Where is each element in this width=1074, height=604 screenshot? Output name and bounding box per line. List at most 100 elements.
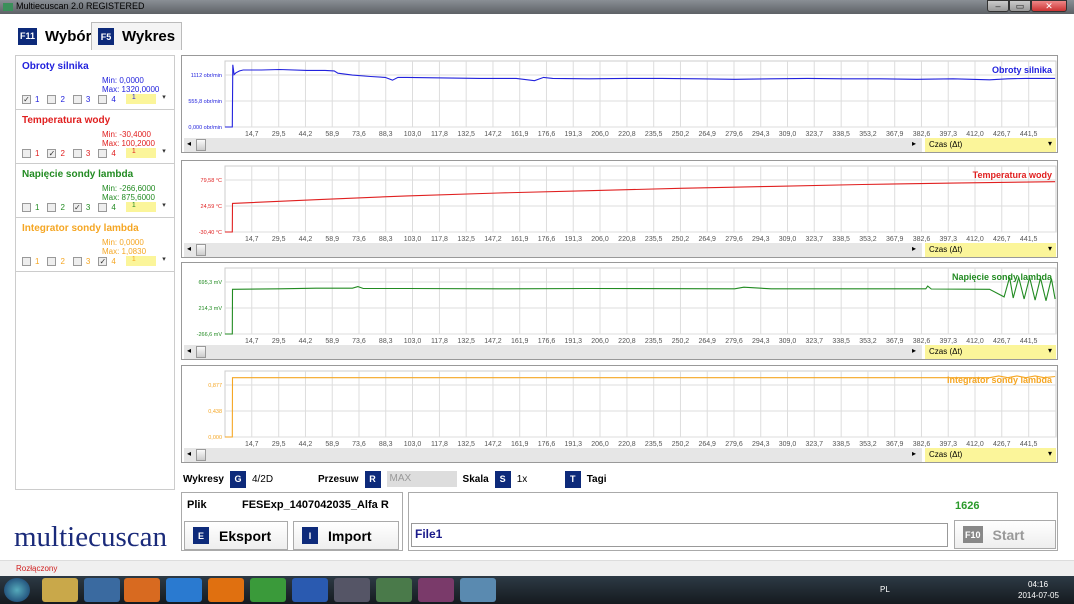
chart-checkbox[interactable] <box>47 256 57 266</box>
clock-date[interactable]: 2014-07-05 <box>1018 591 1059 600</box>
chart-checkbox[interactable] <box>22 148 31 158</box>
scroll-right-icon[interactable]: ▸ <box>912 244 916 253</box>
x-tick-label: 132,5 <box>457 338 475 345</box>
app-icon[interactable] <box>376 578 412 602</box>
scrollbar-thumb[interactable] <box>196 346 206 358</box>
chart-checkbox[interactable] <box>22 202 31 212</box>
scroll-left-icon[interactable]: ◂ <box>187 346 191 355</box>
chart-checkbox[interactable]: ✓ <box>47 148 57 158</box>
x-axis-select[interactable]: Czas (Δt) ▾ <box>925 448 1056 462</box>
parameter-name: Integrator sondy lambda <box>22 223 139 234</box>
x-tick-label: 58,9 <box>325 338 339 345</box>
chart-checkbox[interactable] <box>72 94 82 104</box>
wykresy-select[interactable]: 4/2D <box>252 474 312 485</box>
checkbox-label: 1 <box>35 202 40 212</box>
ie-icon[interactable] <box>166 578 202 602</box>
chart-checkbox[interactable] <box>98 94 108 104</box>
time-scrollbar[interactable]: ◂ ▸ <box>184 345 922 359</box>
x-tick-label: 176,6 <box>538 131 556 138</box>
chart-checkbox[interactable]: ✓ <box>22 94 31 104</box>
firefox-icon[interactable] <box>208 578 244 602</box>
checkbox-label: 2 <box>60 202 65 212</box>
x-tick-label: 44,2 <box>299 236 313 243</box>
x-tick-label: 250,2 <box>672 441 690 448</box>
x-tick-label: 191,3 <box>564 236 582 243</box>
export-button[interactable]: E Eksport <box>184 521 288 550</box>
import-button[interactable]: I Import <box>293 521 399 550</box>
scale-select[interactable]: 1 <box>125 201 166 212</box>
parameter-min: Min: -266,6000 <box>102 184 156 193</box>
paint-icon[interactable] <box>460 578 496 602</box>
close-button[interactable]: ✕ <box>1031 0 1067 12</box>
x-axis-select[interactable]: Czas (Δt) ▾ <box>925 243 1056 257</box>
tab-wybor[interactable]: F11 Wybór <box>12 22 97 50</box>
scroll-left-icon[interactable]: ◂ <box>187 449 191 458</box>
chart-checkbox[interactable] <box>98 148 108 158</box>
chart-checkbox[interactable]: ✓ <box>72 202 82 212</box>
chrome-icon[interactable] <box>250 578 286 602</box>
y-tick-label: 555,8 obr/min <box>188 99 222 105</box>
clock-time[interactable]: 04:16 <box>1028 580 1048 589</box>
start-label: Start <box>992 526 1025 543</box>
scroll-left-icon[interactable]: ◂ <box>187 139 191 148</box>
x-tick-label: 338,5 <box>832 441 850 448</box>
media-player-icon[interactable] <box>124 578 160 602</box>
scale-select[interactable]: 1 <box>125 255 166 266</box>
chart-checkbox[interactable] <box>47 94 57 104</box>
scrollbar-thumb[interactable] <box>196 244 206 256</box>
time-scrollbar[interactable]: ◂ ▸ <box>184 243 922 257</box>
scrollbar-thumb[interactable] <box>196 139 206 151</box>
x-tick-label: 279,6 <box>725 441 743 448</box>
x-axis-select[interactable]: Czas (Δt) ▾ <box>925 345 1056 359</box>
x-tick-label: 117,8 <box>431 131 448 138</box>
minimize-button[interactable]: – <box>987 0 1009 12</box>
logo: multiecuscan <box>14 521 168 553</box>
scale-select[interactable]: 1 <box>125 93 166 104</box>
winrar-icon[interactable] <box>418 578 454 602</box>
scale-select[interactable]: 1 <box>125 147 166 158</box>
scroll-right-icon[interactable]: ▸ <box>912 449 916 458</box>
start-button[interactable]: F10 Start <box>954 520 1056 549</box>
scrollbar-thumb[interactable] <box>196 449 206 461</box>
tab-wykres[interactable]: F5 Wykres <box>91 22 183 50</box>
chart-checkbox[interactable] <box>72 148 82 158</box>
x-axis-select[interactable]: Czas (Δt) ▾ <box>925 138 1056 152</box>
chart-checkbox[interactable] <box>98 202 108 212</box>
chart-assign-row: 1 ✓ 2 3 4 1 <box>22 147 166 158</box>
x-tick-label: 235,5 <box>645 441 663 448</box>
x-tick-label: 367,9 <box>886 131 904 138</box>
file-select[interactable]: FESExp_1407042035_Alfa R <box>242 499 389 511</box>
filename-input[interactable]: File1 <box>411 523 948 547</box>
x-tick-label: 264,9 <box>698 338 716 345</box>
start-orb-icon[interactable] <box>4 578 30 602</box>
y-tick-label: 1112 obr/min <box>191 73 222 79</box>
x-tick-label: 367,9 <box>886 236 904 243</box>
chart-checkbox[interactable]: ✓ <box>98 256 108 266</box>
x-tick-label: 382,6 <box>913 441 931 448</box>
przesuw-select[interactable]: MAX <box>386 471 457 487</box>
chart-checkbox[interactable] <box>47 202 57 212</box>
scroll-right-icon[interactable]: ▸ <box>912 139 916 148</box>
x-tick-label: 103,0 <box>404 441 422 448</box>
parameter-name: Obroty silnika <box>22 61 89 72</box>
explorer-icon[interactable] <box>42 578 78 602</box>
multiecuscan-taskbar-icon[interactable] <box>334 578 370 602</box>
tagi-button[interactable]: Tagi <box>587 474 607 485</box>
chart-checkbox[interactable] <box>22 256 31 266</box>
x-tick-label: 412,0 <box>966 236 984 243</box>
skala-select[interactable]: 1x <box>517 474 559 485</box>
x-tick-label: 191,3 <box>564 441 582 448</box>
time-scrollbar[interactable]: ◂ ▸ <box>184 448 922 462</box>
word-icon[interactable] <box>292 578 328 602</box>
x-tick-label: 323,7 <box>805 441 823 448</box>
scroll-right-icon[interactable]: ▸ <box>912 346 916 355</box>
status-bar: Rozłączony <box>0 560 1074 576</box>
app-icon[interactable] <box>84 578 120 602</box>
scroll-left-icon[interactable]: ◂ <box>187 244 191 253</box>
x-tick-label: 88,3 <box>379 236 393 243</box>
chart-checkbox[interactable] <box>72 256 82 266</box>
plot-frame <box>224 267 1057 335</box>
language-indicator[interactable]: PL <box>880 585 890 594</box>
time-scrollbar[interactable]: ◂ ▸ <box>184 138 922 152</box>
maximize-button[interactable]: ▭ <box>1009 0 1031 12</box>
